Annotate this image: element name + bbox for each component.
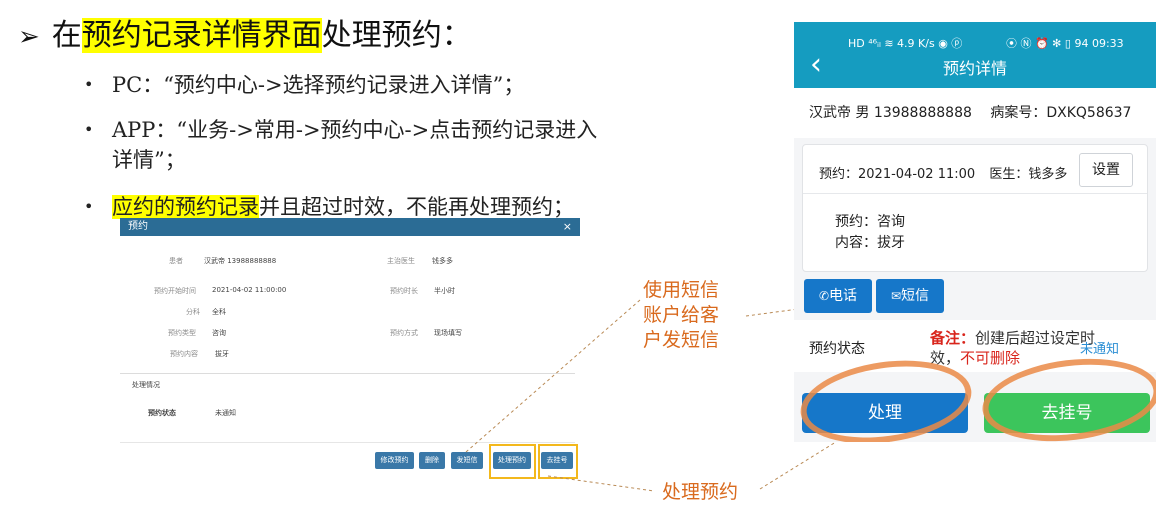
phone-icon: ✆ bbox=[818, 289, 830, 303]
content-label: 内容： bbox=[835, 235, 877, 251]
callout-sms-line: 账户给客 bbox=[643, 304, 720, 326]
doctor-value: 钱多多 bbox=[1028, 167, 1068, 182]
note-text: 创建后超过设定时 bbox=[975, 329, 1096, 347]
card-divider bbox=[803, 193, 1147, 194]
patient-phone: 13988888888 bbox=[873, 105, 972, 121]
callout-sms-line: 使用短信 bbox=[643, 279, 720, 301]
appt-time-label: 预约： bbox=[819, 167, 859, 182]
doctor-label: 医生： bbox=[989, 167, 1029, 182]
status-label: 预约状态 bbox=[809, 341, 865, 357]
appt-type-value: 咨询 bbox=[877, 214, 905, 230]
record-label: 病案号： bbox=[990, 105, 1047, 121]
patient-gender: 男 bbox=[855, 105, 870, 121]
call-button-label: 电话 bbox=[829, 288, 858, 304]
appointment-content-line: 内容：拔牙 bbox=[835, 232, 905, 252]
appointment-time-line: 预约：2021-04-02 11:00 医生：钱多多 bbox=[819, 163, 1067, 182]
mail-icon: ✉ bbox=[890, 289, 902, 303]
callout-sms: 使用短信 账户给客 户发短信 bbox=[643, 278, 719, 353]
record-value: DXKQ58637 bbox=[1046, 105, 1132, 121]
settings-button[interactable]: 设置 bbox=[1079, 153, 1133, 187]
appt-type-label: 预约： bbox=[835, 214, 877, 230]
note-label: 备注： bbox=[930, 329, 976, 347]
appointment-card: 预约：2021-04-02 11:00 医生：钱多多 设置 预约：咨询 内容：拔… bbox=[802, 144, 1148, 272]
app-title: 预约详情 bbox=[942, 59, 1007, 78]
callout-process: 处理预约 bbox=[662, 481, 739, 503]
status-bar-right: ⦿ Ⓝ ⏰ ✻ ▯ 94 09:33 bbox=[1006, 37, 1124, 50]
patient-info-row: 汉武帝 男 13988888888 病案号：DXKQ58637 bbox=[794, 88, 1156, 138]
call-button[interactable]: ✆电话 bbox=[804, 279, 872, 313]
app-phone-screen: HD ⁴⁶ᵢₗ ≋ 4.9 K/s ◉ ⓟ ⦿ Ⓝ ⏰ ✻ ▯ 94 09:33… bbox=[794, 22, 1156, 442]
sms-button-label: 短信 bbox=[901, 288, 930, 304]
app-header: HD ⁴⁶ᵢₗ ≋ 4.9 K/s ◉ ⓟ ⦿ Ⓝ ⏰ ✻ ▯ 94 09:33… bbox=[794, 22, 1156, 88]
note-warning: 不可删除 bbox=[960, 349, 1021, 367]
status-bar-left: HD ⁴⁶ᵢₗ ≋ 4.9 K/s ◉ ⓟ bbox=[848, 37, 963, 50]
content-value: 拔牙 bbox=[877, 235, 905, 251]
sms-button[interactable]: ✉短信 bbox=[876, 279, 944, 313]
appointment-type-line: 预约：咨询 bbox=[835, 211, 905, 231]
patient-name: 汉武帝 bbox=[809, 105, 851, 121]
callout-sms-line: 户发短信 bbox=[643, 329, 720, 351]
appt-time-value: 2021-04-02 11:00 bbox=[858, 167, 976, 182]
